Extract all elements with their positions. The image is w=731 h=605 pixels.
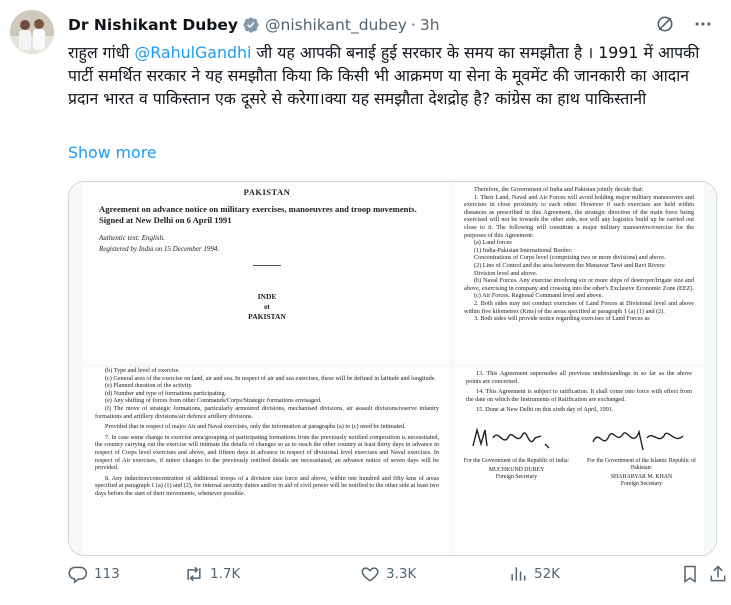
signatory-india: For the Government of the Republic of In…: [462, 458, 572, 488]
doc-p4-p15: 15. Done at New Delhi on this sixth day …: [476, 406, 614, 414]
document-page-2: Therefore, the Government of India and P…: [454, 182, 704, 364]
timestamp[interactable]: 3h: [420, 16, 440, 34]
doc-registered: Registered by India on 15 December 1994.: [99, 245, 220, 253]
document-page-1: PAKISTAN Agreement on advance notice on …: [83, 182, 451, 364]
doc-country: PAKISTAN: [243, 187, 291, 197]
india-for-label: For the Government of the Republic of In…: [463, 457, 570, 464]
signatories: For the Government of the Republic of In…: [454, 458, 704, 488]
grok-icon[interactable]: [655, 14, 675, 34]
doc-p3-e: (e) Any shifting of forces from other Co…: [105, 397, 322, 405]
doc-pakistan: PAKISTAN: [248, 312, 286, 321]
doc-p2-para2: 2. Both sides may not conduct exercises …: [464, 299, 694, 315]
doc-p3-d: (d) Number and type of formations partic…: [105, 389, 227, 397]
doc-p3-f: (f) The move of strategic formations, pa…: [95, 404, 439, 420]
show-more-link[interactable]: Show more: [68, 143, 157, 162]
doc-p4-p14: 14. This Agreement is subject to ratific…: [466, 388, 692, 403]
india-signatory-name: MUCHKUND DUBEY: [488, 466, 545, 473]
views-count: 52K: [534, 566, 561, 582]
more-icon[interactable]: [693, 14, 713, 34]
doc-p2-para3: 3. Both sides will provide notice regard…: [474, 315, 650, 323]
share-button[interactable]: [708, 564, 728, 584]
display-name[interactable]: Dr Nishikant Dubey: [68, 16, 238, 34]
tweet-header: Dr Nishikant Dubey @nishikant_dubey · 3h: [68, 14, 713, 36]
doc-authentic: Authentic text: English.: [99, 234, 165, 242]
doc-p2-c: (c) Air Forces. Regional Command level a…: [474, 292, 604, 300]
doc-title: Agreement on advance notice on military …: [99, 204, 417, 225]
media-image[interactable]: PAKISTAN Agreement on advance notice on …: [68, 181, 717, 556]
signatures: [454, 424, 704, 452]
reply-button[interactable]: 113: [68, 564, 120, 584]
india-signatory-title: Foreign Secretary: [495, 473, 538, 480]
share-icon: [710, 565, 726, 582]
doc-p4-p13: 13. This Agreement supersedes all previo…: [466, 370, 692, 385]
bookmark-icon: [684, 565, 696, 583]
doc-inde: INDE: [257, 292, 277, 301]
bookmark-button[interactable]: [680, 564, 700, 584]
signature-india: [472, 427, 550, 449]
doc-p2-a2: (2) Line of Control and the area between…: [474, 261, 666, 269]
pakistan-signatory-title: Foreign Secretary: [620, 480, 663, 487]
doc-p2-a1: (1) India-Pakistan International Border:: [474, 246, 573, 254]
doc-p2-a: (a) Land forces: [474, 239, 512, 247]
doc-p3-c1: (c) General area of the exercise on land…: [105, 374, 437, 382]
doc-et: et: [264, 302, 270, 311]
doc-p3-c2: (e) Planned duration of the activity.: [105, 382, 193, 390]
tweet-text-part1: राहुल गांधी: [68, 43, 135, 62]
doc-p3-b: (b) Type and level of exercise.: [105, 367, 181, 374]
like-button[interactable]: 3.3K: [360, 564, 416, 584]
doc-p2-para1: 1. Their Land, Naval and Air Forces will…: [464, 193, 694, 239]
repost-count: 1.7K: [210, 566, 241, 582]
tweet-text: राहुल गांधी @RahulGandhi जी यह आपकी बनाई…: [68, 41, 718, 110]
separator-dot: ·: [410, 16, 416, 34]
document-page-4: 13. This Agreement supersedes all previo…: [454, 367, 704, 555]
views-button[interactable]: 52K: [508, 564, 560, 584]
action-bar: 113 1.7K 3.3K 52K: [68, 564, 726, 586]
pakistan-signatory-name: SHAHARYAR M. KHAN: [610, 473, 673, 480]
like-count: 3.3K: [386, 566, 417, 582]
doc-p2-top: Therefore, the Government of India and P…: [474, 186, 644, 193]
verified-badge-icon: [242, 16, 260, 34]
reply-icon: [68, 566, 88, 584]
doc-p2-a2b: Division level and above.: [474, 269, 538, 277]
mention-link[interactable]: @RahulGandhi: [135, 43, 252, 62]
doc-p2-b: (b) Naval Forces. Any exercise involving…: [464, 277, 694, 292]
repost-button[interactable]: 1.7K: [184, 564, 240, 584]
doc-p3-provided: Provided that in respect of major Air an…: [105, 423, 406, 431]
avatar[interactable]: [10, 10, 54, 54]
signature-pakistan: [592, 429, 684, 451]
like-icon: [361, 567, 379, 582]
document-page-3: (b) Type and level of exercise. (c) Gene…: [83, 367, 451, 555]
doc-p3-p7: 7. In case some change in exercise area/…: [95, 433, 439, 472]
signatory-pakistan: For the Government of the Islamic Republ…: [587, 458, 697, 488]
doc-p2-a1b: Concentrations of Corps level (comprisin…: [474, 254, 666, 262]
repost-icon: [187, 566, 201, 582]
doc-p3-p8: 8. Any induction/concentration of additi…: [95, 474, 439, 497]
views-icon: [511, 567, 526, 581]
doc-divider: [253, 265, 281, 266]
reply-count: 113: [94, 566, 120, 582]
handle[interactable]: @nishikant_dubey: [265, 16, 407, 34]
pakistan-for-label: For the Government of the Islamic Republ…: [587, 457, 696, 471]
